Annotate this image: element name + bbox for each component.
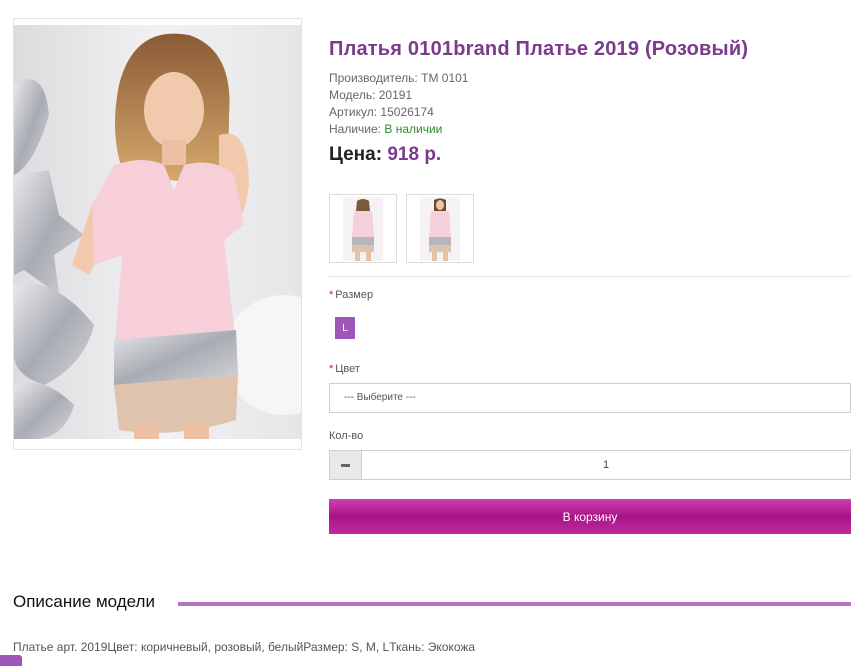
corner-widget[interactable] bbox=[0, 655, 22, 666]
thumbnail-front-view[interactable] bbox=[406, 194, 474, 263]
stock-label: Наличие: bbox=[329, 122, 382, 136]
quantity-stepper: 1 bbox=[329, 450, 851, 480]
model-label: Модель: bbox=[329, 88, 376, 102]
qty-decrease-button[interactable] bbox=[330, 451, 362, 479]
manufacturer-value[interactable]: TM 0101 bbox=[421, 71, 468, 85]
price-row: Цена: 918 р. bbox=[329, 144, 851, 166]
price-value: 918 р. bbox=[387, 144, 442, 165]
qty-label: Кол-во bbox=[329, 430, 364, 442]
sku-label: Артикул: bbox=[329, 105, 378, 119]
manufacturer-row: Производитель: TM 0101 bbox=[329, 70, 851, 87]
thumbnail-gallery bbox=[329, 194, 474, 263]
size-option-l[interactable]: L bbox=[335, 317, 355, 339]
product-info: Платья 0101brand Платье 2019 (Розовый) П… bbox=[329, 36, 851, 166]
description-text: Платье арт. 2019Цвет: коричневый, розовы… bbox=[13, 640, 476, 654]
color-label: * Цвет bbox=[329, 363, 360, 375]
sku-row: Артикул: 15026174 bbox=[329, 104, 851, 121]
model-value: 20191 bbox=[378, 88, 413, 102]
size-label: * Размер bbox=[329, 289, 373, 301]
product-page: Платья 0101brand Платье 2019 (Розовый) П… bbox=[0, 0, 851, 666]
price-label: Цена: bbox=[329, 144, 383, 165]
model-row: Модель: 20191 bbox=[329, 87, 851, 104]
description-divider bbox=[178, 602, 851, 606]
sku-value: 15026174 bbox=[380, 105, 434, 119]
minus-icon bbox=[341, 463, 350, 467]
required-mark: * bbox=[329, 289, 334, 301]
size-label-text: Размер bbox=[335, 289, 374, 301]
stock-row: Наличие: В наличии bbox=[329, 121, 851, 138]
product-title: Платья 0101brand Платье 2019 (Розовый) bbox=[329, 38, 749, 60]
info-divider bbox=[329, 276, 851, 277]
add-to-cart-button[interactable]: В корзину bbox=[329, 499, 851, 534]
product-meta: Производитель: TM 0101 Модель: 20191 Арт… bbox=[329, 70, 851, 138]
color-label-text: Цвет bbox=[335, 363, 360, 375]
description-heading: Описание модели bbox=[13, 592, 155, 611]
main-product-image[interactable] bbox=[13, 18, 302, 450]
thumbnail-back-view[interactable] bbox=[329, 194, 397, 263]
manufacturer-label: Производитель: bbox=[329, 71, 418, 85]
color-select[interactable]: --- Выберите --- bbox=[329, 383, 851, 413]
required-mark: * bbox=[329, 363, 334, 375]
stock-status: В наличии bbox=[384, 122, 443, 136]
qty-input[interactable]: 1 bbox=[362, 451, 850, 479]
